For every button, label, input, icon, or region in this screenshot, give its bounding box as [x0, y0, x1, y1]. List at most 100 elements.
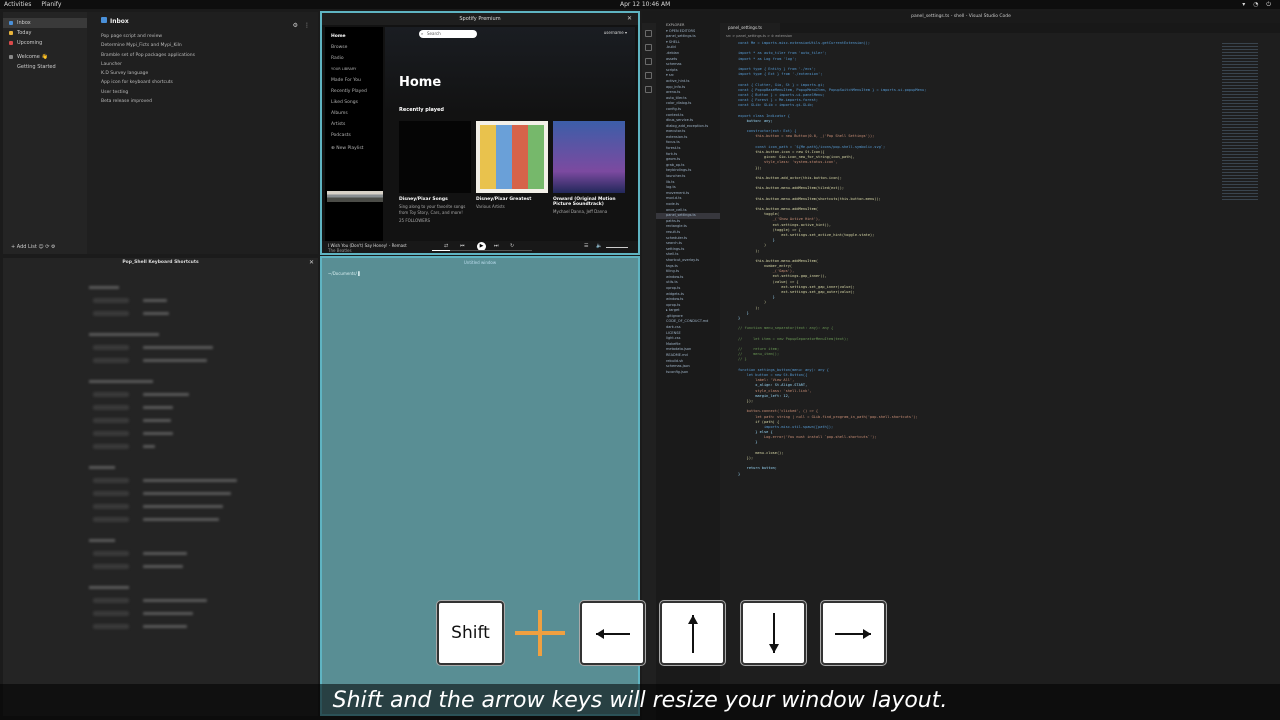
shortcuts-list: [89, 274, 249, 634]
sidebar-project-getting-started[interactable]: Getting Started: [3, 62, 87, 72]
task-item[interactable]: App icon for keyboard shortcuts: [89, 78, 318, 87]
nav-albums[interactable]: Albums: [331, 108, 377, 119]
task-item[interactable]: Pop page script and review: [89, 32, 318, 41]
sidebar-item-today[interactable]: Today: [3, 28, 87, 38]
card-disney-pixar-songs[interactable]: Disney/Pixar Songs Sing along to your fa…: [399, 121, 471, 224]
queue-icon[interactable]: ☰: [584, 243, 588, 249]
new-playlist-button[interactable]: ⊕ New Playlist: [331, 143, 377, 154]
settings-icon[interactable]: ⚙: [293, 22, 298, 29]
card-desc: Sing along to your favorite songs from T…: [399, 204, 466, 215]
volume-icon[interactable]: 🔈: [596, 243, 602, 249]
extensions-icon[interactable]: [645, 86, 652, 93]
recently-played-heading[interactable]: Recently played: [399, 107, 444, 113]
library-heading: YOUR LIBRARY: [331, 67, 357, 71]
caption: Shift and the arrow keys will resize you…: [0, 684, 1280, 720]
terminal-prompt: ~/Documents/ ▌: [328, 271, 362, 276]
spotify-window: Spotify Premium ✕ Home Browse Radio YOUR…: [320, 11, 640, 255]
breadcrumb[interactable]: src > panel_settings.ts > ⊘ extension: [726, 34, 792, 38]
shortcuts-window: Pop_Shell Keyboard Shortcuts ✕: [3, 258, 318, 716]
task-item[interactable]: Beta release improved: [89, 97, 318, 106]
project-icon: [9, 55, 13, 59]
system-tray-icons[interactable]: ▾ ◔ ⏻: [1242, 0, 1274, 9]
code-editor[interactable]: const Me = imports.misc.extensionUtils.g…: [738, 41, 1218, 477]
activities-button[interactable]: Activities: [4, 1, 31, 8]
up-arrow-icon: [660, 601, 725, 665]
editor-tabs: panel_settings.ts: [720, 23, 1280, 33]
right-arrow-icon: [821, 601, 886, 665]
nav-made-for-you[interactable]: Made For You: [331, 75, 377, 86]
card-art: [399, 121, 471, 193]
inbox-title: Inbox: [89, 12, 318, 28]
card-disney-pixar-greatest[interactable]: Disney/Pixar Greatest Various Artists: [476, 121, 548, 210]
repeat-icon[interactable]: ↻: [510, 243, 514, 249]
shift-key: Shift: [437, 601, 504, 665]
next-icon[interactable]: ⏭: [494, 243, 499, 249]
nav-podcasts[interactable]: Podcasts: [331, 130, 377, 141]
card-desc: Mychael Danna, Jeff Danna: [553, 209, 608, 214]
planify-main: Inbox ⚙ ⋮ Pop page script and review Det…: [89, 12, 318, 254]
debug-icon[interactable]: [645, 72, 652, 79]
code-line[interactable]: }: [738, 472, 1218, 477]
line-number: [720, 472, 734, 477]
left-arrow-icon: [580, 601, 645, 665]
task-item[interactable]: User testing: [89, 88, 318, 97]
vscode-titlebar[interactable]: panel_settings.ts - shell - Visual Studi…: [642, 11, 1280, 23]
nav-artists[interactable]: Artists: [331, 119, 377, 130]
task-item[interactable]: Determine Mypi_Ficts and Mypi_Kiln: [89, 41, 318, 50]
progress-bar[interactable]: [432, 250, 532, 251]
plus-icon: [515, 610, 565, 656]
search-icon[interactable]: [645, 44, 652, 51]
card-title: Onward (Original Motion Picture Soundtra…: [553, 197, 616, 207]
explorer-file[interactable]: tsconfig.json: [656, 370, 720, 376]
clock[interactable]: Apr 12 10:46 AM: [620, 0, 670, 9]
card-art: [553, 121, 625, 193]
planify-window: Inbox Today Upcoming Welcome 👋 Getting S…: [3, 12, 318, 254]
shortcuts-titlebar[interactable]: Pop_Shell Keyboard Shortcuts: [3, 258, 318, 268]
add-list-button[interactable]: + Add List ☺ ⟳ ⚙: [11, 244, 55, 250]
task-item[interactable]: Launcher: [89, 60, 318, 69]
empty-titlebar[interactable]: Untitled window: [322, 258, 638, 268]
card-onward[interactable]: Onward (Original Motion Picture Soundtra…: [553, 121, 625, 215]
upcoming-icon: [9, 41, 13, 45]
search-input[interactable]: ⌕ Search: [419, 30, 477, 38]
explorer-icon[interactable]: [645, 30, 652, 37]
inbox-icon: [101, 17, 107, 23]
spotify-nav: Home Browse Radio YOUR LIBRARY Made For …: [325, 27, 383, 245]
card-desc: Various Artists: [476, 204, 505, 209]
player-bar: I Wish You (Don't) Say Honey! - Remast Th…: [322, 241, 638, 253]
nav-home[interactable]: Home: [331, 31, 377, 42]
shuffle-icon[interactable]: ⇄: [444, 243, 448, 249]
home-heading: Home: [399, 75, 442, 90]
tab-panel-settings[interactable]: panel_settings.ts: [720, 23, 780, 33]
task-item[interactable]: Bramble set of Pop packages applications: [89, 51, 318, 60]
source-control-icon[interactable]: [645, 58, 652, 65]
nav-browse[interactable]: Browse: [331, 42, 377, 53]
nav-radio[interactable]: Radio: [331, 53, 377, 64]
app-menu[interactable]: Planify: [41, 1, 61, 8]
minimap[interactable]: [1222, 41, 1258, 201]
now-playing[interactable]: I Wish You (Don't) Say Honey! - Remast Th…: [328, 243, 407, 253]
card-title: Disney/Pixar Songs: [399, 197, 448, 202]
down-arrow-icon: [741, 601, 806, 665]
card-art: [476, 121, 548, 193]
vscode-window: panel_settings.ts - shell - Visual Studi…: [642, 11, 1280, 720]
album-cover: [327, 191, 383, 202]
volume-slider[interactable]: [606, 247, 628, 248]
spotify-titlebar[interactable]: Spotify Premium: [322, 13, 638, 25]
nav-recently-played[interactable]: Recently Played: [331, 86, 377, 97]
sidebar-item-inbox[interactable]: Inbox: [3, 18, 87, 28]
sidebar-item-upcoming[interactable]: Upcoming: [3, 38, 87, 48]
sidebar-project-welcome[interactable]: Welcome 👋: [3, 52, 87, 62]
close-icon[interactable]: ✕: [309, 259, 314, 266]
menu-icon[interactable]: ⋮: [304, 22, 310, 29]
card-title: Disney/Pixar Greatest: [476, 197, 532, 202]
top-bar: Activities Planify Apr 12 10:46 AM ▾ ◔ ⏻: [0, 0, 1280, 9]
today-icon: [9, 31, 13, 35]
inbox-icon: [9, 21, 13, 25]
nav-liked-songs[interactable]: Liked Songs: [331, 97, 377, 108]
planify-sidebar: Inbox Today Upcoming Welcome 👋 Getting S…: [3, 12, 87, 254]
user-menu[interactable]: username ▾: [604, 30, 627, 35]
previous-icon[interactable]: ⏮: [460, 243, 465, 249]
close-icon[interactable]: ✕: [627, 15, 632, 22]
task-item[interactable]: K.D Survey language: [89, 69, 318, 78]
